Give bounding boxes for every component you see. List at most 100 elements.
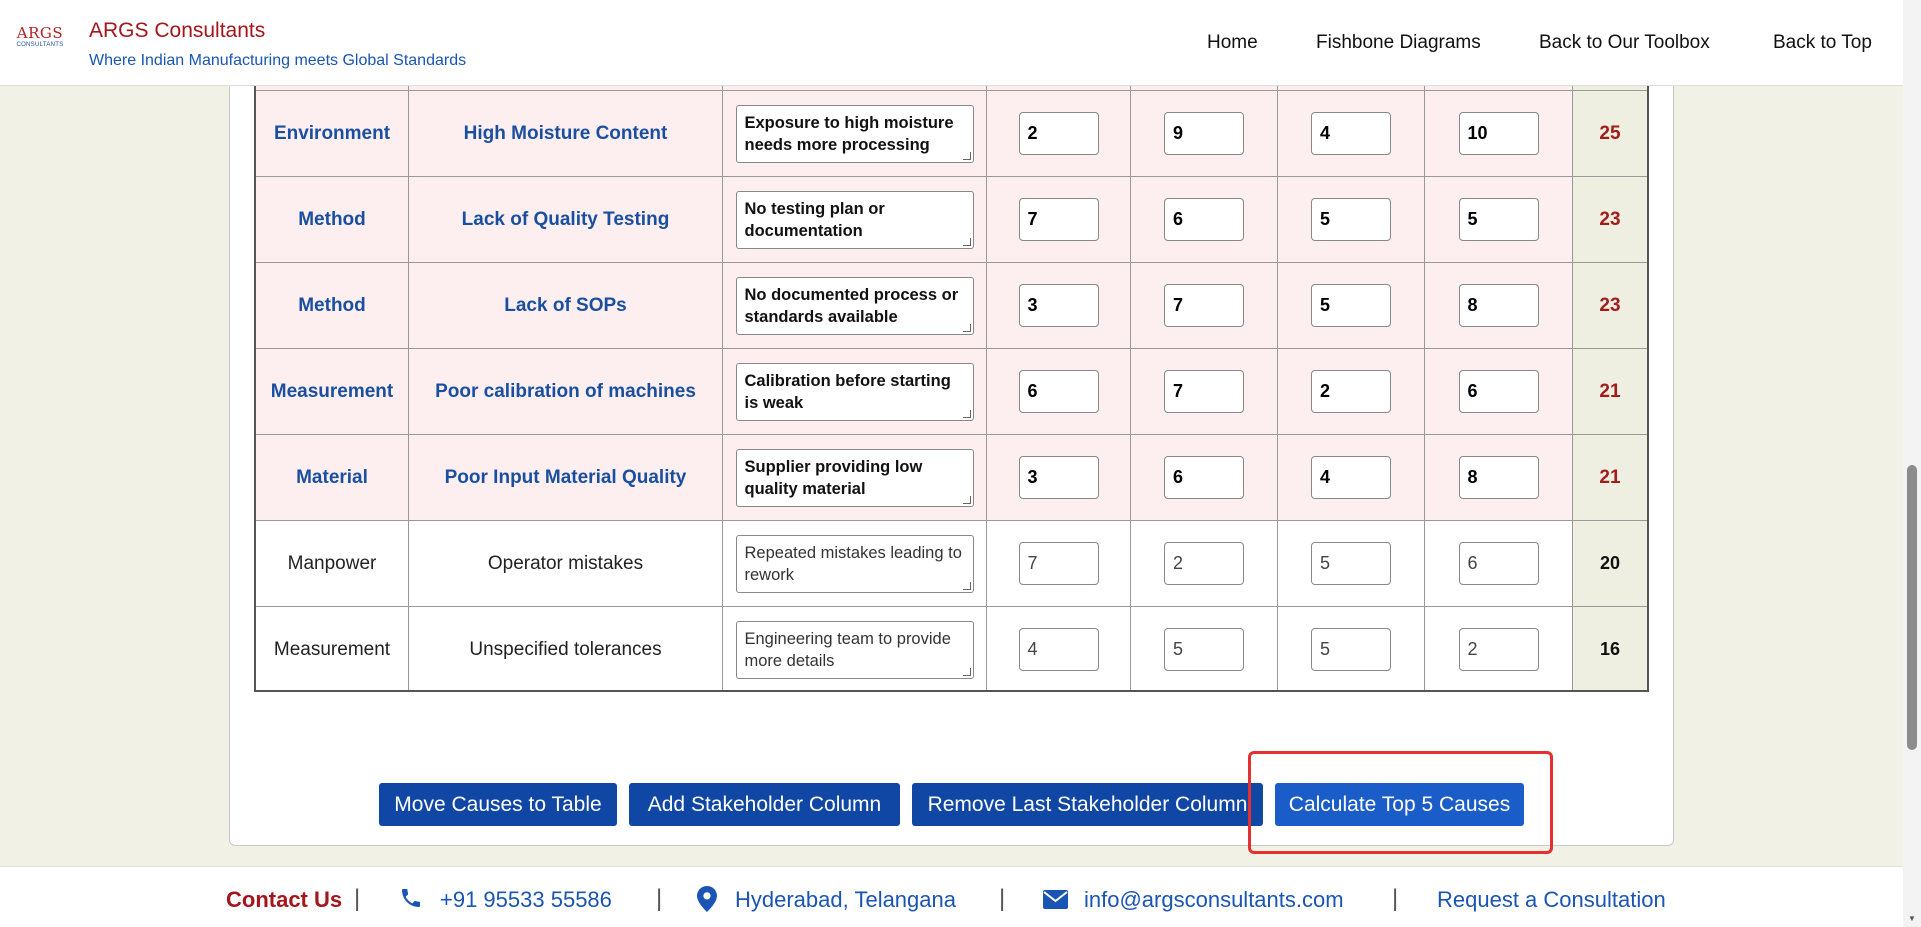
stakeholder-score-input[interactable]: 8 [1458,456,1539,499]
cause-cell: Lack of Quality Testing [409,177,723,262]
nav-toolbox[interactable]: Back to Our Toolbox [1539,32,1710,54]
description-textarea[interactable]: Supplier providing low quality material [735,448,974,507]
stakeholder-score-input[interactable]: 8 [1458,284,1539,327]
stakeholder-score-input[interactable]: 6 [1018,370,1099,413]
cause-cell: Poor Input Material Quality [409,435,723,520]
resize-handle-icon[interactable] [962,151,971,160]
footer-email[interactable]: info@argsconsultants.com [1084,887,1344,913]
stakeholder-score-input[interactable]: 4 [1018,628,1099,671]
description-cell: Engineering team to provide more details [723,607,987,690]
cause-cell: Unspecified tolerances [409,607,723,690]
stakeholder-score-input[interactable]: 7 [1164,370,1244,413]
resize-handle-icon[interactable] [962,495,971,504]
total-score: 21 [1599,380,1621,402]
brand: ARGS Consultants Where Indian Manufactur… [89,18,466,72]
description-cell: Calibration before starting is weak [723,349,987,434]
logo-subtext: CONSULTANTS [16,42,64,48]
stakeholder-score-input[interactable]: 6 [1164,198,1244,241]
footer-separator: | [1392,885,1399,912]
stakeholder-score-input[interactable]: 5 [1311,198,1391,241]
remove-stakeholder-column-button[interactable]: Remove Last Stakeholder Column [912,783,1263,826]
footer-location[interactable]: Hyderabad, Telangana [735,887,956,913]
stakeholder-score-input[interactable]: 10 [1458,112,1539,155]
category-text: Measurement [273,638,391,660]
stakeholder-score-input[interactable]: 4 [1311,456,1391,499]
nav-back-to-top[interactable]: Back to Top [1773,32,1872,54]
description-text: Engineering team to provide more details [744,629,951,670]
stakeholder-score-input[interactable]: 5 [1458,198,1539,241]
total-score-cell: 23 [1573,177,1647,262]
description-textarea[interactable]: No documented process or standards avail… [735,276,974,335]
nav-fishbone-diagrams[interactable]: Fishbone Diagrams [1316,32,1481,54]
stakeholder-score-cell: 7 [987,521,1131,606]
description-text: No testing plan or documentation [744,199,885,240]
total-score: 23 [1599,294,1621,316]
stakeholder-score-input[interactable]: 6 [1458,370,1539,413]
description-cell: Exposure to high moisture needs more pro… [723,91,987,176]
stakeholder-score-input[interactable]: 7 [1018,542,1099,585]
stakeholder-score-input[interactable]: 3 [1018,284,1099,327]
stakeholder-score-input[interactable]: 6 [1458,542,1539,585]
stakeholder-score-input[interactable]: 7 [1164,284,1244,327]
footer-separator: | [656,885,663,912]
stakeholder-score-input[interactable]: 7 [1018,198,1099,241]
stakeholder-score-cell: 3 [987,435,1131,520]
footer-separator: | [354,885,361,912]
total-score-cell: 23 [1573,263,1647,348]
stakeholder-score-input[interactable]: 2 [1018,112,1099,155]
table-row: Method Lack of Quality Testing No testing … [256,176,1647,262]
footer-phone[interactable]: +91 95533 55586 [440,887,612,913]
total-score-cell: 21 [1573,435,1647,520]
stakeholder-score-input[interactable]: 6 [1164,456,1244,499]
logo[interactable]: ARGS CONSULTANTS [15,26,65,49]
resize-handle-icon[interactable] [962,323,971,332]
site-header: ARGS CONSULTANTS ARGS Consultants Where … [0,0,1903,86]
stakeholder-score-cell: 7 [1131,263,1278,348]
stakeholder-score-input[interactable]: 3 [1018,456,1099,499]
resize-handle-icon[interactable] [962,667,971,676]
add-stakeholder-column-button[interactable]: Add Stakeholder Column [629,783,900,826]
stakeholder-score-input[interactable]: 2 [1458,628,1539,671]
annotation-highlight-box [1248,751,1553,854]
resize-handle-icon[interactable] [962,581,971,590]
scrollbar-thumb[interactable] [1907,465,1917,750]
table-row: Method Lack of SOPs No documented process … [256,262,1647,348]
description-textarea[interactable]: Exposure to high moisture needs more pro… [735,104,974,163]
description-text: Exposure to high moisture needs more pro… [744,113,954,154]
description-cell: Repeated mistakes leading to rework [723,521,987,606]
stakeholder-score-cell: 8 [1425,263,1573,348]
stakeholder-score-input[interactable]: 2 [1164,542,1244,585]
resize-handle-icon[interactable] [962,237,971,246]
stakeholder-score-input[interactable]: 4 [1311,112,1391,155]
description-textarea[interactable]: Calibration before starting is weak [735,362,974,421]
category-cell: Method [256,177,409,262]
stakeholder-score-cell: 4 [1278,435,1425,520]
scroll-down-arrow-icon[interactable]: ▼ [1908,914,1916,923]
table-row: Manpower Operator mistakes Repeated mistak… [256,520,1647,606]
description-textarea[interactable]: Engineering team to provide more details [735,620,974,679]
category-cell: Material [256,435,409,520]
page-scrollbar[interactable]: ▼ [1903,0,1921,927]
nav-home[interactable]: Home [1207,32,1258,54]
total-score-cell: 20 [1573,521,1647,606]
description-textarea[interactable]: No testing plan or documentation [735,190,974,249]
category-text: Method [298,208,366,230]
cause-cell: Poor calibration of machines [409,349,723,434]
footer-separator: | [999,885,1006,912]
stakeholder-score-cell: 3 [987,263,1131,348]
stakeholder-score-input[interactable]: 2 [1311,370,1391,413]
total-score-cell: 16 [1573,607,1647,690]
description-cell: No testing plan or documentation [723,177,987,262]
request-consultation-link[interactable]: Request a Consultation [1437,887,1666,913]
description-textarea[interactable]: Repeated mistakes leading to rework [735,534,974,593]
category-text: Environment [273,122,391,144]
stakeholder-score-input[interactable]: 5 [1311,542,1391,585]
stakeholder-score-cell: 5 [1131,607,1278,690]
description-text: Calibration before starting is weak [744,371,951,412]
stakeholder-score-input[interactable]: 5 [1164,628,1244,671]
stakeholder-score-input[interactable]: 9 [1164,112,1244,155]
move-causes-button[interactable]: Move Causes to Table [379,783,617,826]
resize-handle-icon[interactable] [962,409,971,418]
stakeholder-score-input[interactable]: 5 [1311,628,1391,671]
stakeholder-score-input[interactable]: 5 [1311,284,1391,327]
